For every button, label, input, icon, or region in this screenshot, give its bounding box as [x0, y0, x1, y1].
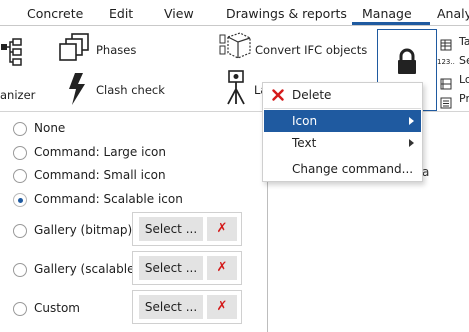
- submenu-arrow-icon: [409, 117, 414, 125]
- select-gallery-scalable-button[interactable]: Select ...: [139, 256, 203, 280]
- clear-custom-button[interactable]: ✗: [207, 295, 237, 319]
- menu-item-label: Change command...: [292, 162, 414, 176]
- gallery-bitmap-picker: Select ... ✗: [132, 212, 242, 246]
- option-command-small-icon[interactable]: Command: Small icon: [0, 164, 268, 188]
- table-icon: [440, 36, 452, 51]
- option-command-large-icon[interactable]: Command: Large icon: [0, 141, 268, 165]
- layout-tripod-icon[interactable]: [224, 70, 248, 106]
- radio-gallery-bitmap[interactable]: [13, 224, 27, 238]
- menu-bar: Concrete Edit View Drawings & reports Ma…: [0, 0, 469, 26]
- menu-item-change-command[interactable]: Change command...: [264, 158, 421, 180]
- option-none[interactable]: None: [0, 117, 268, 141]
- radio-command-large-icon[interactable]: [13, 146, 27, 160]
- lock-small-icon: [440, 75, 452, 90]
- radio-none[interactable]: [13, 122, 27, 136]
- submenu-arrow-icon: [409, 139, 414, 147]
- option-label: Gallery (bitmap): [34, 223, 133, 237]
- tab-concrete[interactable]: Concrete: [27, 6, 83, 21]
- tab-drawings-reports[interactable]: Drawings & reports: [226, 6, 347, 21]
- tab-manage[interactable]: Manage: [362, 6, 412, 21]
- tab-edit[interactable]: Edit: [109, 6, 133, 21]
- menu-item-text[interactable]: Text: [264, 132, 421, 154]
- option-label: Command: Large icon: [34, 145, 166, 159]
- numbering-icon: 123..: [437, 58, 455, 66]
- clear-gallery-bitmap-button[interactable]: ✗: [207, 217, 237, 241]
- option-label: None: [34, 121, 66, 135]
- organizer-icon[interactable]: [0, 38, 24, 68]
- clear-gallery-scalable-button[interactable]: ✗: [207, 256, 237, 280]
- partial-text: a: [422, 165, 430, 179]
- menu-item-label: Icon: [292, 114, 318, 128]
- radio-custom[interactable]: [13, 302, 27, 316]
- icon-options-panel: None Command: Large icon Command: Small …: [0, 112, 268, 332]
- option-label: Command: Small icon: [34, 168, 166, 182]
- properties-icon: [440, 94, 452, 109]
- side-item-lo[interactable]: Lo: [459, 73, 469, 86]
- clash-check-icon[interactable]: [66, 72, 88, 106]
- option-label: Custom: [34, 301, 80, 315]
- menu-separator: [264, 108, 421, 109]
- organizer-label[interactable]: anizer: [0, 88, 35, 102]
- red-x-icon: [272, 89, 284, 101]
- radio-gallery-scalable[interactable]: [13, 263, 27, 277]
- menu-item-label: Delete: [292, 88, 332, 102]
- menu-item-icon[interactable]: Icon: [264, 110, 421, 132]
- option-command-scalable-icon[interactable]: Command: Scalable icon: [0, 188, 268, 212]
- gallery-scalable-picker: Select ... ✗: [132, 251, 242, 285]
- select-custom-button[interactable]: Select ...: [139, 295, 203, 319]
- side-item-se[interactable]: Se: [459, 54, 469, 67]
- clash-check-label[interactable]: Clash check: [96, 83, 165, 97]
- tab-view[interactable]: View: [164, 6, 194, 21]
- lock-icon: [396, 48, 418, 76]
- context-menu: Delete Icon Text Change command...: [262, 82, 423, 182]
- menu-item-delete[interactable]: Delete: [264, 84, 421, 106]
- side-item-ta[interactable]: Ta: [459, 35, 469, 48]
- phases-label[interactable]: Phases: [96, 43, 136, 57]
- option-label: Command: Scalable icon: [34, 192, 183, 206]
- convert-ifc-icon[interactable]: [218, 31, 252, 61]
- custom-picker: Select ... ✗: [132, 290, 242, 324]
- select-gallery-bitmap-button[interactable]: Select ...: [139, 217, 203, 241]
- phases-icon[interactable]: [59, 33, 91, 63]
- option-label: Gallery (scalable): [34, 262, 140, 276]
- side-item-pr[interactable]: Pr: [459, 92, 469, 105]
- radio-command-scalable-icon[interactable]: [13, 193, 27, 207]
- tab-analysis[interactable]: Analy: [437, 6, 469, 21]
- radio-command-small-icon[interactable]: [13, 169, 27, 183]
- menu-item-label: Text: [292, 136, 317, 150]
- convert-ifc-label[interactable]: Convert IFC objects: [255, 43, 367, 57]
- active-tab-indicator: [352, 22, 430, 25]
